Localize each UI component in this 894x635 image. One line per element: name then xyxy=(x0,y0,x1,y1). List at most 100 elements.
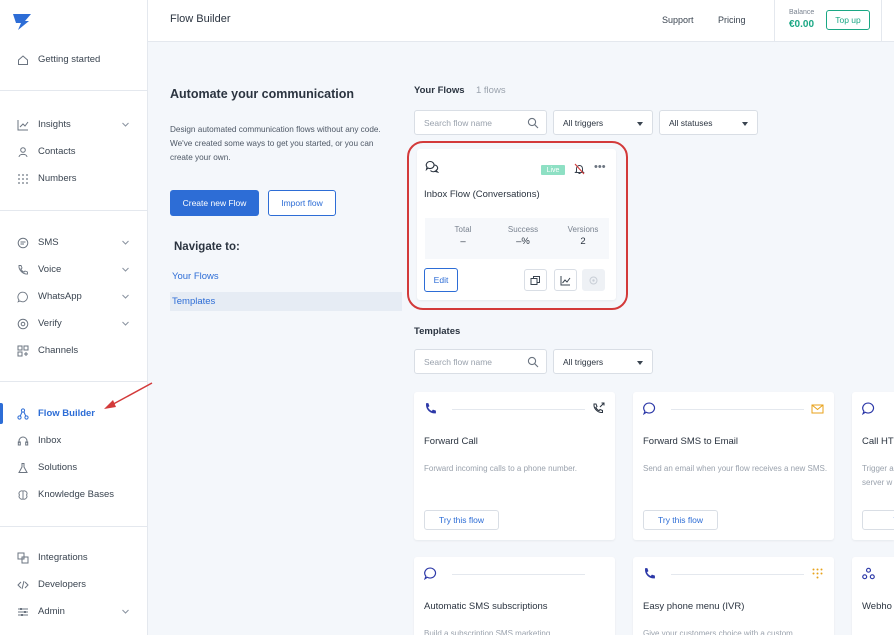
select-value: All triggers xyxy=(563,357,604,367)
sidebar-item-label: Channels xyxy=(38,345,79,356)
sidebar-item-inbox[interactable]: Inbox xyxy=(0,427,147,454)
template-divider xyxy=(671,409,804,410)
flows-search-input[interactable]: Search flow name xyxy=(414,110,547,135)
sidebar-item-sms[interactable]: SMS xyxy=(0,229,147,256)
brain-icon xyxy=(16,488,29,501)
support-link[interactable]: Support xyxy=(662,15,694,25)
template-card-forward-call[interactable]: Forward Call Forward incoming calls to a… xyxy=(414,392,615,540)
search-placeholder: Search flow name xyxy=(424,357,493,367)
nav-link-your-flows[interactable]: Your Flows xyxy=(170,267,402,286)
sidebar-item-solutions[interactable]: Solutions xyxy=(0,454,147,481)
template-title: Call HT xyxy=(862,436,894,447)
sms-icon xyxy=(424,567,437,580)
sidebar-item-numbers[interactable]: Numbers xyxy=(0,165,147,192)
sidebar-item-label: Flow Builder xyxy=(38,408,95,419)
template-description: Send an email when your flow receives a … xyxy=(643,464,828,473)
webhook-icon xyxy=(862,567,875,580)
email-icon xyxy=(811,404,824,414)
caret-down-icon xyxy=(742,122,748,126)
chevron-down-icon xyxy=(122,294,129,299)
phone-icon xyxy=(645,568,655,579)
template-description: Build a subscription SMS marketing xyxy=(424,629,551,635)
flows-trigger-select[interactable]: All triggers xyxy=(553,110,653,135)
sidebar-item-whatsapp[interactable]: WhatsApp xyxy=(0,283,147,310)
sidebar-divider xyxy=(0,90,147,91)
sidebar-item-label: Verify xyxy=(38,318,62,329)
phone-icon xyxy=(426,403,436,414)
template-card-forward-sms-to-email[interactable]: Forward SMS to Email Send an email when … xyxy=(633,392,834,540)
sidebar-item-integrations[interactable]: Integrations xyxy=(0,544,147,571)
sidebar-item-label: Voice xyxy=(38,264,62,275)
top-header: Flow Builder Support Pricing Balance €0.… xyxy=(148,0,894,42)
sliders-icon xyxy=(16,605,29,618)
sidebar-item-verify[interactable]: Verify xyxy=(0,310,147,337)
sidebar-divider xyxy=(0,210,147,211)
template-card-automatic-sms-subscriptions[interactable]: Automatic SMS subscriptions Build a subs… xyxy=(414,557,615,635)
chevron-down-icon xyxy=(122,609,129,614)
select-value: All triggers xyxy=(563,118,604,128)
template-divider xyxy=(452,409,585,410)
chevron-down-icon xyxy=(122,321,129,326)
messagebird-logo[interactable] xyxy=(12,13,32,31)
pricing-link[interactable]: Pricing xyxy=(718,15,746,25)
chevron-down-icon xyxy=(122,122,129,127)
integrations-icon xyxy=(16,551,29,564)
keypad-icon xyxy=(812,568,823,579)
sidebar-item-knowledge-bases[interactable]: Knowledge Bases xyxy=(0,481,147,508)
sidebar-item-contacts[interactable]: Contacts xyxy=(0,138,147,165)
page-title: Flow Builder xyxy=(170,13,231,25)
template-title: Forward Call xyxy=(424,436,478,447)
flow-icon xyxy=(16,407,29,420)
caret-down-icon xyxy=(637,122,643,126)
sms-icon xyxy=(643,402,656,415)
sms-icon xyxy=(16,236,29,249)
sidebar-item-label: Numbers xyxy=(38,173,77,184)
navigate-to-title: Navigate to: xyxy=(174,241,240,253)
nav-link-templates[interactable]: Templates xyxy=(170,292,402,311)
intro-text: Design automated communication flows wit… xyxy=(170,125,381,162)
try-this-flow-button[interactable]: Try this flow xyxy=(424,510,499,530)
try-this-flow-button[interactable]: Try this flow xyxy=(643,510,718,530)
template-title: Automatic SMS subscriptions xyxy=(424,601,548,612)
flask-icon xyxy=(16,461,29,474)
sidebar-item-label: Solutions xyxy=(38,462,78,473)
template-divider xyxy=(671,574,804,575)
sidebar: Getting started Insights Contacts Number… xyxy=(0,0,148,635)
flows-count: 1 flows xyxy=(476,85,506,96)
home-icon xyxy=(16,53,29,66)
template-title: Webho xyxy=(862,601,892,612)
balance-label: Balance xyxy=(789,9,815,16)
phone-icon xyxy=(16,263,29,276)
template-title: Forward SMS to Email xyxy=(643,436,739,447)
sidebar-item-label: WhatsApp xyxy=(38,291,82,302)
sidebar-item-voice[interactable]: Voice xyxy=(0,256,147,283)
template-card-webhook[interactable]: Webho xyxy=(852,557,894,635)
sidebar-item-getting-started[interactable]: Getting started xyxy=(0,46,147,73)
create-new-flow-button[interactable]: Create new Flow xyxy=(170,190,259,216)
sidebar-item-flow-builder[interactable]: Flow Builder xyxy=(0,400,147,427)
try-this-flow-button[interactable]: Try xyxy=(862,510,894,530)
template-title: Easy phone menu (IVR) xyxy=(643,601,745,612)
search-icon xyxy=(527,356,539,368)
flows-status-select[interactable]: All statuses xyxy=(659,110,758,135)
grid-dots-icon xyxy=(16,172,29,185)
sidebar-item-label: Admin xyxy=(38,606,65,617)
templates-title: Templates xyxy=(414,326,461,337)
sidebar-item-insights[interactable]: Insights xyxy=(0,111,147,138)
template-card-call-http[interactable]: Call HT Trigger a server w Try xyxy=(852,392,894,540)
import-flow-button[interactable]: Import flow xyxy=(268,190,336,216)
person-icon xyxy=(16,145,29,158)
sidebar-item-admin[interactable]: Admin xyxy=(0,598,147,625)
template-card-easy-phone-menu[interactable]: Easy phone menu (IVR) Give your customer… xyxy=(633,557,834,635)
sidebar-item-label: Insights xyxy=(38,119,71,130)
chevron-down-icon xyxy=(122,240,129,245)
templates-trigger-select[interactable]: All triggers xyxy=(553,349,653,374)
templates-search-input[interactable]: Search flow name xyxy=(414,349,547,374)
sidebar-item-developers[interactable]: Developers xyxy=(0,571,147,598)
top-up-button[interactable]: Top up xyxy=(826,10,870,30)
balance-panel: Balance €0.00 Top up xyxy=(774,0,882,42)
search-icon xyxy=(527,117,539,129)
sidebar-item-channels[interactable]: Channels xyxy=(0,337,147,364)
sidebar-item-label: SMS xyxy=(38,237,59,248)
search-placeholder: Search flow name xyxy=(424,118,493,128)
